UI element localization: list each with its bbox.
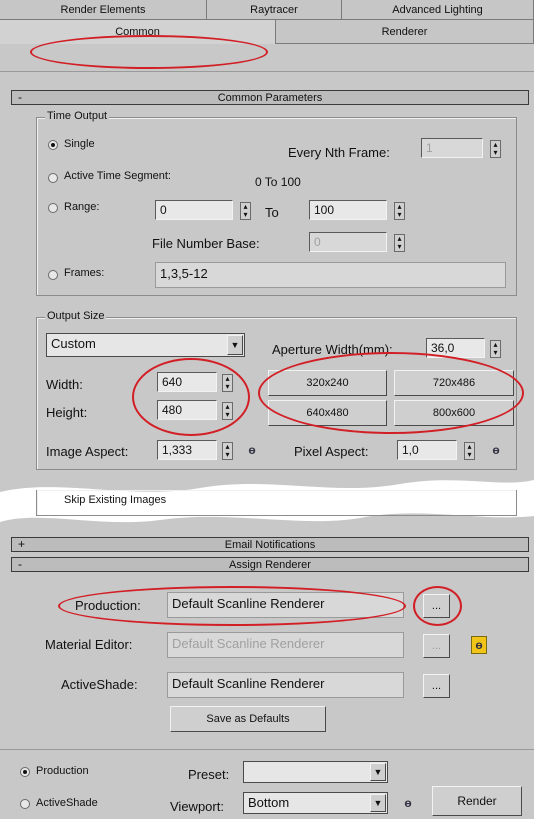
lock-icon[interactable]: ɵ	[488, 441, 504, 459]
radio-single[interactable]	[48, 140, 58, 150]
every-nth-frame-input[interactable]: 1	[421, 138, 483, 158]
tab-common[interactable]: Common	[0, 20, 276, 44]
rollout-title: Common Parameters	[217, 91, 323, 104]
width-input[interactable]: 640	[157, 372, 217, 392]
divider	[0, 749, 534, 750]
height-input[interactable]: 480	[157, 400, 217, 420]
chevron-down-icon: ▼	[370, 763, 386, 781]
aperture-width-input[interactable]: 36,0	[426, 338, 485, 358]
active-time-segment-value: 0 To 100	[255, 175, 301, 189]
production-mode-label: Production	[36, 765, 89, 777]
width-spinner[interactable]: ▴ ▾	[222, 374, 233, 392]
preset-dropdown[interactable]: ▼	[243, 761, 388, 783]
radio-activeshade-mode[interactable]	[20, 799, 30, 809]
collapse-icon: -	[18, 557, 22, 571]
dropdown-value: Custom	[51, 336, 96, 351]
range-to-label: To	[265, 205, 279, 220]
width-label: Width:	[46, 377, 83, 392]
email-notifications-header[interactable]: + Email Notifications	[11, 537, 529, 552]
range-to-input[interactable]: 100	[309, 200, 387, 220]
activeshade-label: ActiveShade:	[61, 677, 138, 692]
divider	[0, 71, 534, 72]
file-number-base-label: File Number Base:	[152, 236, 260, 251]
save-as-defaults-button[interactable]: Save as Defaults	[170, 706, 326, 732]
lock-icon[interactable]: ɵ	[471, 636, 487, 654]
tab-render-elements[interactable]: Render Elements	[0, 0, 207, 20]
tab-raytracer[interactable]: Raytracer	[207, 0, 342, 20]
range-to-spinner[interactable]: ▴ ▾	[394, 202, 405, 220]
range-from-spinner[interactable]: ▴ ▾	[240, 202, 251, 220]
dropdown-value: Bottom	[248, 795, 290, 810]
aperture-width-label: Aperture Width(mm):	[272, 342, 393, 357]
common-parameters-header[interactable]: - Common Parameters	[11, 90, 529, 105]
pixel-aspect-label: Pixel Aspect:	[294, 444, 369, 459]
preset-label: Preset:	[188, 767, 230, 782]
tab-renderer[interactable]: Renderer	[276, 20, 534, 44]
assign-renderer-header[interactable]: - Assign Renderer	[11, 557, 529, 572]
viewport-dropdown[interactable]: Bottom ▼	[243, 792, 388, 814]
activeshade-browse-button[interactable]: ...	[423, 674, 450, 698]
active-time-segment-label: Active Time Segment:	[64, 170, 171, 182]
production-browse-button[interactable]: ...	[423, 594, 450, 618]
image-aspect-label: Image Aspect:	[46, 444, 129, 459]
image-aspect-spinner[interactable]: ▴ ▾	[222, 442, 233, 460]
collapse-icon: -	[18, 90, 22, 104]
image-aspect-input[interactable]: 1,333	[157, 440, 217, 460]
lock-icon[interactable]: ɵ	[400, 794, 416, 812]
height-label: Height:	[46, 405, 88, 420]
material-editor-browse-button[interactable]: ...	[423, 634, 450, 658]
chevron-down-icon: ▼	[370, 794, 386, 812]
preset-640x480-button[interactable]: 640x480	[268, 400, 387, 426]
material-editor-renderer-field: Default Scanline Renderer	[167, 632, 404, 658]
file-number-base-spinner[interactable]: ▴ ▾	[394, 234, 405, 252]
frames-input[interactable]: 1,3,5-12	[155, 262, 506, 288]
preset-800x600-button[interactable]: 800x600	[394, 400, 514, 426]
group-title: Output Size	[45, 310, 107, 322]
every-nth-frame-label: Every Nth Frame:	[288, 145, 390, 160]
pixel-aspect-spinner[interactable]: ▴ ▾	[464, 442, 475, 460]
preset-720x486-button[interactable]: 720x486	[394, 370, 514, 396]
preset-320x240-button[interactable]: 320x240	[268, 370, 387, 396]
height-spinner[interactable]: ▴ ▾	[222, 402, 233, 420]
rollout-title: Email Notifications	[224, 538, 316, 551]
render-button[interactable]: Render	[432, 786, 522, 816]
range-label: Range:	[64, 201, 100, 213]
viewport-label: Viewport:	[170, 799, 224, 814]
lock-icon[interactable]: ɵ	[244, 441, 260, 459]
radio-frames[interactable]	[48, 270, 58, 280]
material-editor-label: Material Editor:	[45, 637, 133, 652]
radio-range[interactable]	[48, 203, 58, 213]
radio-production-mode[interactable]	[20, 767, 30, 777]
tab-advanced-lighting[interactable]: Advanced Lighting	[342, 0, 534, 20]
chevron-down-icon: ▼	[227, 335, 243, 355]
rollout-title: Assign Renderer	[229, 558, 311, 571]
pixel-aspect-input[interactable]: 1,0	[397, 440, 457, 460]
radio-active-time-segment[interactable]	[48, 173, 58, 183]
output-size-preset-dropdown[interactable]: Custom ▼	[46, 333, 245, 357]
single-label: Single	[64, 138, 95, 150]
group-title: Time Output	[45, 110, 110, 122]
frames-label: Frames:	[64, 267, 105, 279]
activeshade-mode-label: ActiveShade	[36, 797, 98, 809]
every-nth-spinner[interactable]: ▴ ▾	[490, 140, 501, 158]
range-from-input[interactable]: 0	[155, 200, 233, 220]
expand-icon: +	[18, 537, 26, 551]
skip-existing-label: Skip Existing Images	[64, 494, 167, 506]
aperture-width-spinner[interactable]: ▴ ▾	[490, 340, 501, 358]
activeshade-renderer-field: Default Scanline Renderer	[167, 672, 404, 698]
file-number-base-input[interactable]: 0	[309, 232, 387, 252]
production-renderer-field: Default Scanline Renderer	[167, 592, 404, 618]
production-label: Production:	[75, 598, 141, 613]
